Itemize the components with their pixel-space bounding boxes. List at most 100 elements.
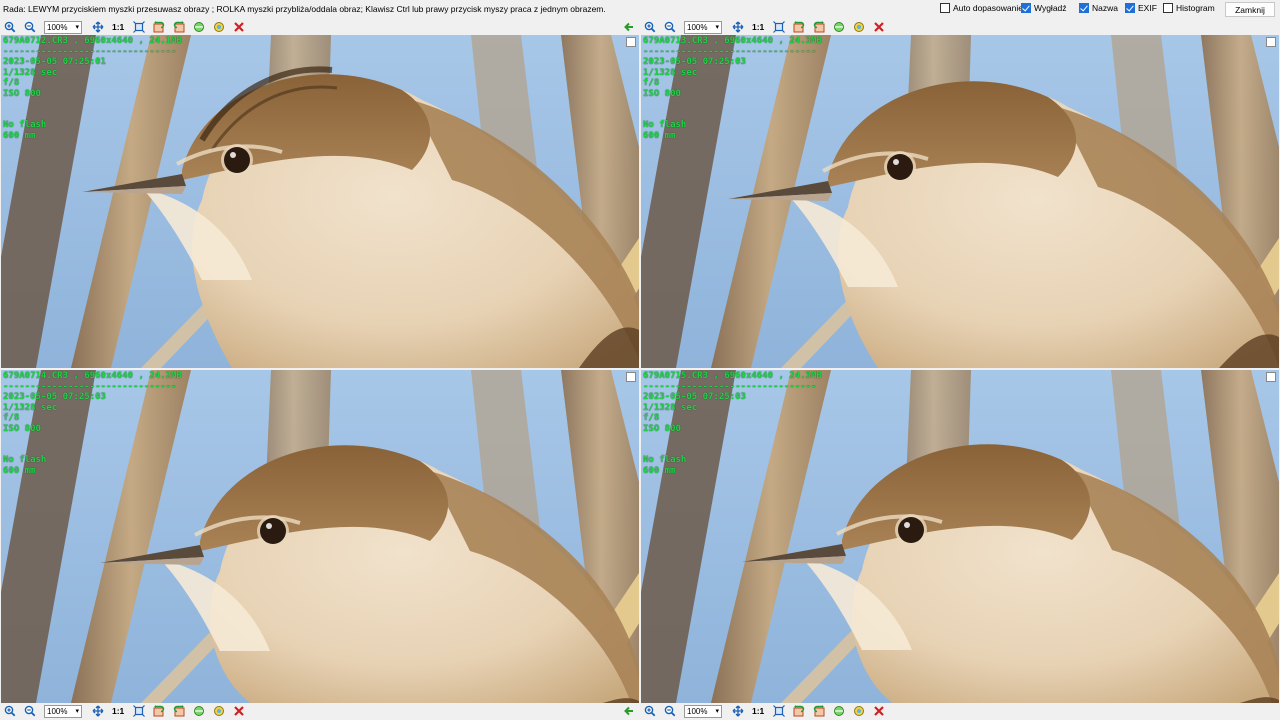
select-checkbox[interactable] — [1266, 372, 1276, 382]
shutter-speed: 1/1328 sec — [643, 402, 698, 413]
shutter-speed: 1/1328 sec — [3, 67, 58, 78]
smooth-check-box[interactable] — [1021, 3, 1031, 13]
image-panel-4[interactable]: 679A0715.CR3 , 6960x4640 , 24.3MB ------… — [641, 370, 1279, 703]
name-checkbox[interactable]: Nazwa — [1079, 3, 1118, 13]
toolbar-bottom-right: 100% ▾ 1:1 — [644, 703, 893, 719]
capture-date: 2023-05-05 07:25:03 — [3, 392, 106, 402]
image-panel-1[interactable]: 679A0712.CR3 , 6960x4640 , 24.1MB ------… — [1, 35, 639, 368]
fit-icon[interactable] — [732, 21, 744, 33]
flash: No flash — [643, 120, 687, 130]
image-panel-2[interactable]: 679A0713.CR3 , 6960x4640 , 24.3MB ------… — [641, 35, 1279, 368]
zoom-in-icon[interactable] — [4, 21, 16, 33]
image-panel-3[interactable]: 679A0714.CR3 , 6960x4640 , 24.2MB ------… — [1, 370, 639, 703]
auto-fit-checkbox[interactable]: Auto dopasowanie — [940, 3, 1023, 13]
select-checkbox[interactable] — [626, 37, 636, 47]
delete-icon[interactable] — [873, 705, 885, 717]
chevron-down-icon: ▾ — [75, 707, 79, 715]
color-icon[interactable] — [213, 21, 225, 33]
exif-checkbox[interactable]: EXIF — [1125, 3, 1157, 13]
flip-icon[interactable] — [833, 705, 845, 717]
sync-left-arrow-icon[interactable] — [623, 21, 635, 33]
zoom-select[interactable]: 100% ▾ — [684, 704, 722, 718]
color-icon[interactable] — [853, 21, 865, 33]
capture-date: 2023-05-05 07:25:03 — [643, 57, 746, 67]
color-icon[interactable] — [213, 705, 225, 717]
toolbar-bottom-left: 100% ▾ 1:1 — [4, 703, 253, 719]
actual-size-icon[interactable] — [133, 21, 146, 33]
rotate-right-icon[interactable] — [813, 705, 825, 717]
focal-length: 600 mm — [643, 130, 676, 141]
zoom-in-icon[interactable] — [644, 21, 656, 33]
zoom-out-icon[interactable] — [24, 705, 36, 717]
flip-icon[interactable] — [833, 21, 845, 33]
rotate-right-icon[interactable] — [813, 21, 825, 33]
histogram-checkbox[interactable]: Histogram — [1163, 3, 1215, 13]
flip-icon[interactable] — [193, 21, 205, 33]
chevron-down-icon: ▾ — [75, 23, 79, 31]
rotate-right-icon[interactable] — [173, 21, 185, 33]
hint-bar: Rada: LEWYM przyciskiem myszki przesuwas… — [0, 0, 1280, 19]
shutter-speed: 1/1328 sec — [643, 67, 698, 78]
focal-length: 600 mm — [3, 465, 36, 476]
zoom-select[interactable]: 100% ▾ — [684, 20, 722, 34]
rotate-left-icon[interactable] — [793, 21, 805, 33]
iso: ISO 800 — [3, 423, 41, 434]
histogram-check-box[interactable] — [1163, 3, 1173, 13]
zoom-value: 100% — [47, 22, 68, 32]
exif-overlay: 679A0713.CR3 , 6960x4640 , 24.3MB ------… — [643, 36, 822, 141]
focal-length: 600 mm — [3, 130, 36, 141]
flash: No flash — [3, 120, 47, 130]
zoom-select[interactable]: 100% ▾ — [44, 20, 82, 34]
fit-icon[interactable] — [92, 705, 104, 717]
zoom-select[interactable]: 100% ▾ — [44, 704, 82, 718]
actual-size-icon[interactable] — [773, 21, 786, 33]
separator: -------------------------------- — [3, 46, 177, 57]
aperture: f/8 — [3, 78, 20, 88]
toolbar-top-right: 100% ▾ 1:1 — [644, 19, 893, 35]
auto-fit-label: Auto dopasowanie — [953, 3, 1023, 13]
delete-icon[interactable] — [233, 21, 245, 33]
one-to-one-button[interactable]: 1:1 — [112, 706, 124, 716]
one-to-one-button[interactable]: 1:1 — [112, 22, 124, 32]
delete-icon[interactable] — [233, 705, 245, 717]
auto-fit-check-box[interactable] — [940, 3, 950, 13]
compare-window: Rada: LEWYM przyciskiem myszki przesuwas… — [0, 0, 1280, 720]
fit-icon[interactable] — [732, 705, 744, 717]
delete-icon[interactable] — [873, 21, 885, 33]
fit-icon[interactable] — [92, 21, 104, 33]
exif-overlay: 679A0715.CR3 , 6960x4640 , 24.3MB ------… — [643, 371, 822, 476]
close-button[interactable]: Zamknij — [1225, 2, 1275, 17]
exif-label: EXIF — [1138, 3, 1157, 13]
rotate-left-icon[interactable] — [153, 21, 165, 33]
file-info: 679A0714.CR3 , 6960x4640 , 24.2MB — [3, 371, 182, 381]
color-icon[interactable] — [853, 705, 865, 717]
name-check-box[interactable] — [1079, 3, 1089, 13]
flip-icon[interactable] — [193, 705, 205, 717]
exif-overlay: 679A0714.CR3 , 6960x4640 , 24.2MB ------… — [3, 371, 182, 476]
actual-size-icon[interactable] — [773, 705, 786, 717]
capture-date: 2023-05-05 07:25:03 — [643, 392, 746, 402]
separator: -------------------------------- — [643, 381, 817, 392]
rotate-left-icon[interactable] — [153, 705, 165, 717]
flash: No flash — [643, 455, 687, 465]
iso: ISO 800 — [643, 88, 681, 99]
zoom-out-icon[interactable] — [664, 21, 676, 33]
smooth-checkbox[interactable]: Wygładź — [1021, 3, 1067, 13]
zoom-out-icon[interactable] — [664, 705, 676, 717]
focal-length: 600 mm — [643, 465, 676, 476]
exif-check-box[interactable] — [1125, 3, 1135, 13]
zoom-value: 100% — [47, 706, 68, 716]
rotate-left-icon[interactable] — [793, 705, 805, 717]
select-checkbox[interactable] — [1266, 37, 1276, 47]
rotate-right-icon[interactable] — [173, 705, 185, 717]
zoom-in-icon[interactable] — [644, 705, 656, 717]
select-checkbox[interactable] — [626, 372, 636, 382]
zoom-in-icon[interactable] — [4, 705, 16, 717]
sync-left-arrow-icon[interactable] — [623, 705, 635, 717]
actual-size-icon[interactable] — [133, 705, 146, 717]
zoom-out-icon[interactable] — [24, 21, 36, 33]
histogram-label: Histogram — [1176, 3, 1215, 13]
zoom-value: 100% — [687, 22, 708, 32]
one-to-one-button[interactable]: 1:1 — [752, 706, 764, 716]
one-to-one-button[interactable]: 1:1 — [752, 22, 764, 32]
